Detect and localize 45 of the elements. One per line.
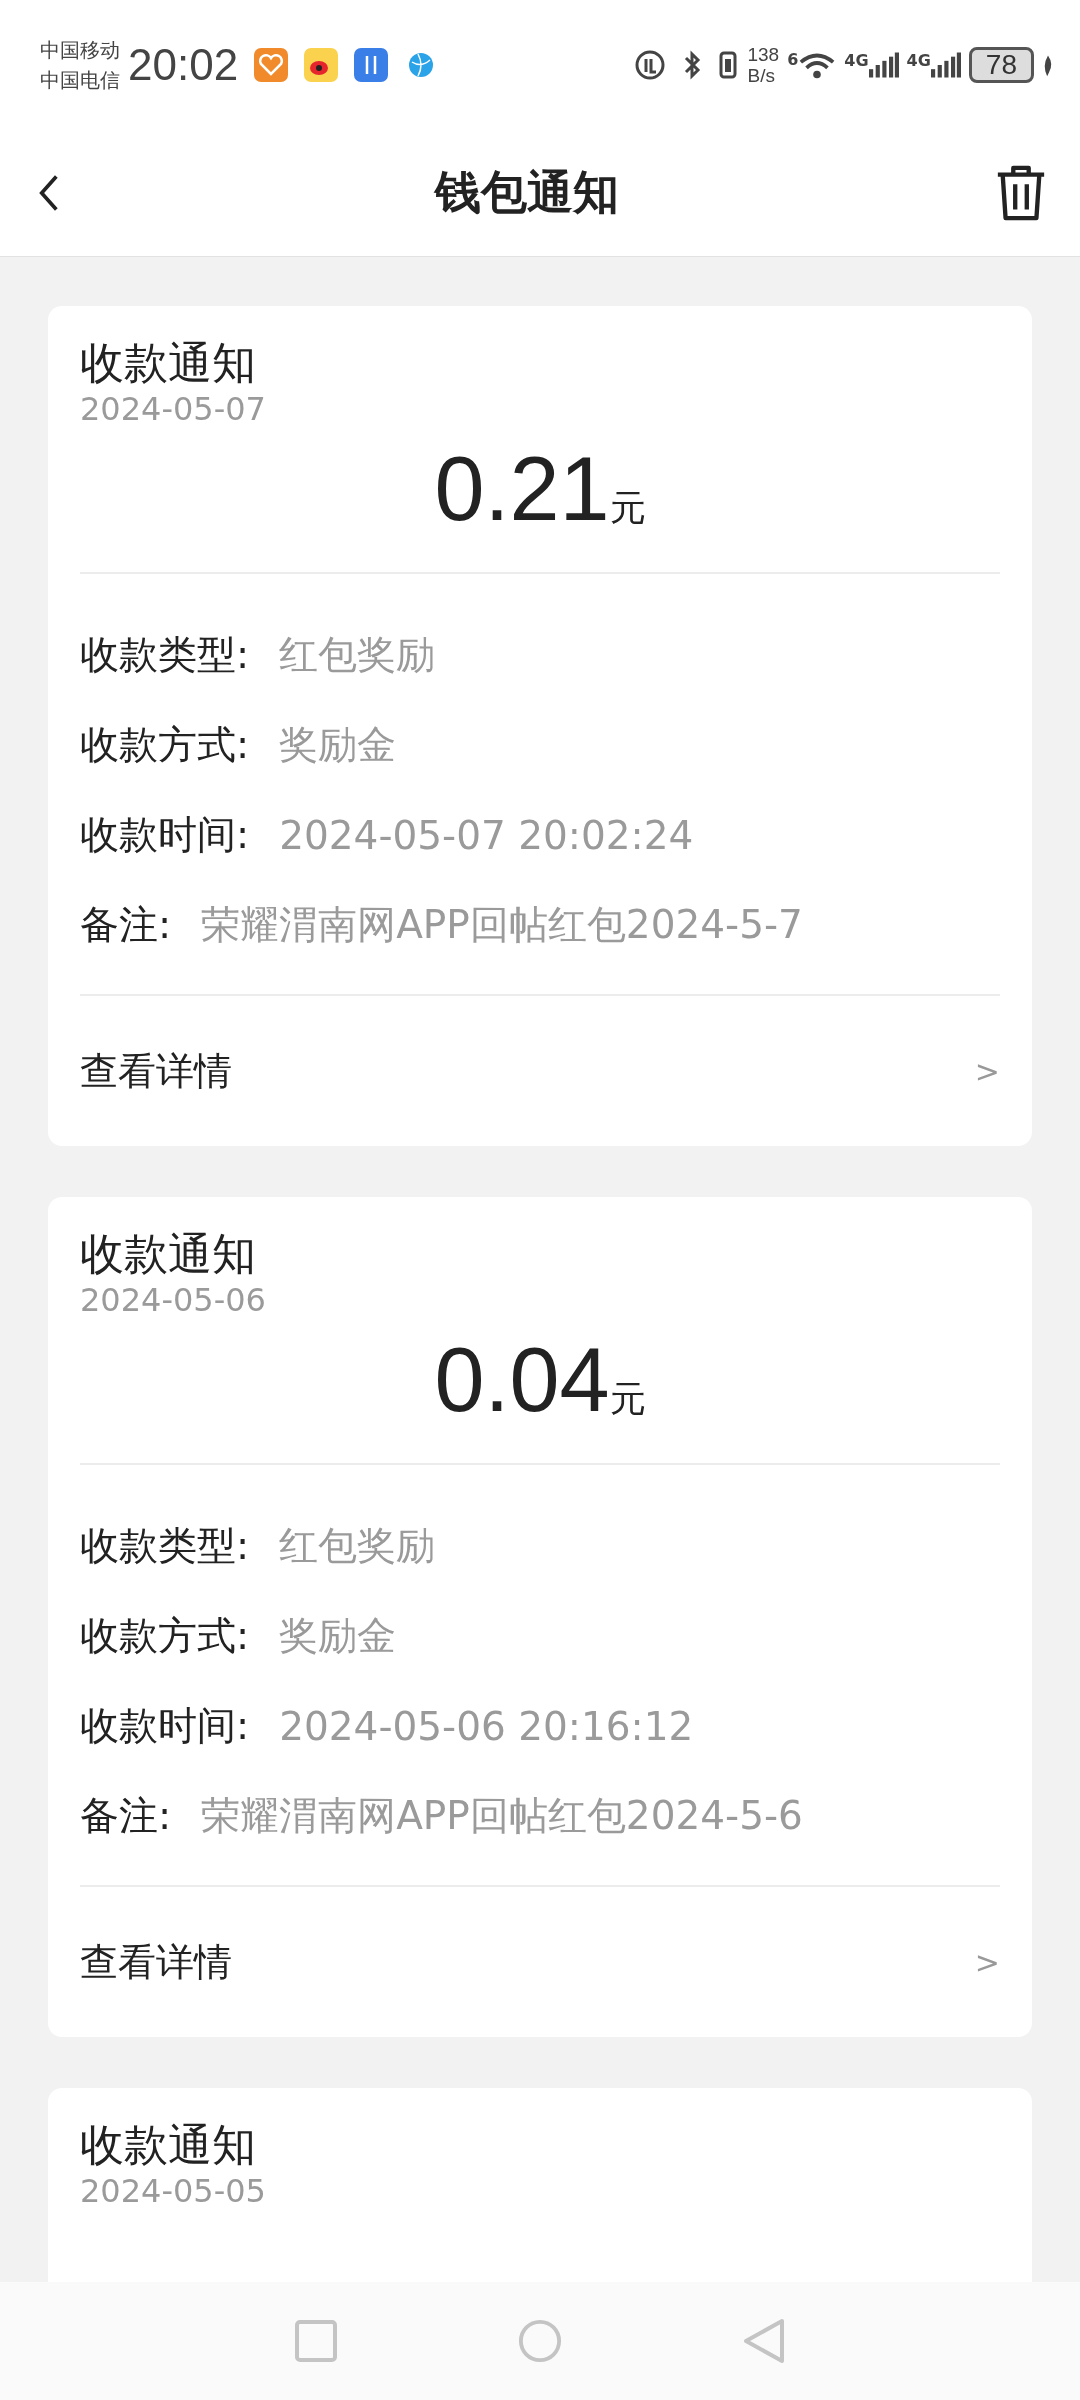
- battery-indicator: 78: [968, 47, 1034, 83]
- network-type: 4G: [906, 51, 931, 70]
- leaf-icon: [1042, 53, 1054, 77]
- status-time: 20:02: [128, 40, 239, 90]
- amount: 0.04: [434, 1329, 610, 1432]
- view-details-link[interactable]: 查看详情 >: [80, 996, 1000, 1146]
- page-title: 钱包通知: [435, 164, 619, 221]
- currency-unit: 元: [609, 1377, 646, 1421]
- notice-title: 收款通知: [80, 2118, 257, 2172]
- field-value: 荣耀渭南网APP回帖红包2024-5-7: [201, 901, 803, 949]
- heart-app-icon: [254, 48, 289, 82]
- network-type: 4G: [844, 51, 869, 70]
- field-label: 备注:: [80, 901, 172, 949]
- field-label: 收款类型:: [80, 631, 250, 679]
- notice-date: 2024-05-05: [80, 2172, 267, 2210]
- notice-title: 收款通知: [80, 336, 257, 390]
- field-value: 奖励金: [279, 721, 397, 769]
- eye-app-icon: [304, 48, 339, 82]
- wifi-label: 6: [787, 50, 799, 69]
- signal-icon: [930, 51, 961, 79]
- notice-date: 2024-05-06: [80, 1281, 267, 1319]
- recent-apps-icon[interactable]: [294, 2318, 338, 2364]
- field-label: 备注:: [80, 1792, 172, 1840]
- field-value: 2024-05-06 20:16:12: [279, 1703, 694, 1749]
- field-label: 收款类型:: [80, 1522, 250, 1570]
- view-details-link[interactable]: 查看详情 >: [80, 1887, 1000, 2037]
- field-label: 收款方式:: [80, 1612, 250, 1660]
- amount: 0.21: [434, 438, 610, 541]
- field-label: 收款时间:: [80, 1702, 250, 1750]
- currency-unit: 元: [609, 486, 646, 530]
- field-value: 奖励金: [279, 1612, 397, 1660]
- field-value: 红包奖励: [279, 1522, 436, 1570]
- carrier-name: 中国移动: [40, 37, 120, 64]
- field-value: 红包奖励: [279, 631, 436, 679]
- field-label: 收款时间:: [80, 811, 250, 859]
- back-nav-icon[interactable]: [742, 2318, 786, 2364]
- field-value: 2024-05-07 20:02:24: [279, 812, 694, 858]
- carrier-name: 中国电信: [40, 67, 120, 94]
- field-label: 收款方式:: [80, 721, 250, 769]
- notice-title: 收款通知: [80, 1227, 257, 1281]
- notice-date: 2024-05-07: [80, 390, 267, 428]
- field-value: 荣耀渭南网APP回帖红包2024-5-6: [201, 1792, 803, 1840]
- signal-icon: [868, 51, 899, 79]
- home-icon[interactable]: [518, 2318, 562, 2364]
- network-speed: 138 B/s: [747, 44, 780, 86]
